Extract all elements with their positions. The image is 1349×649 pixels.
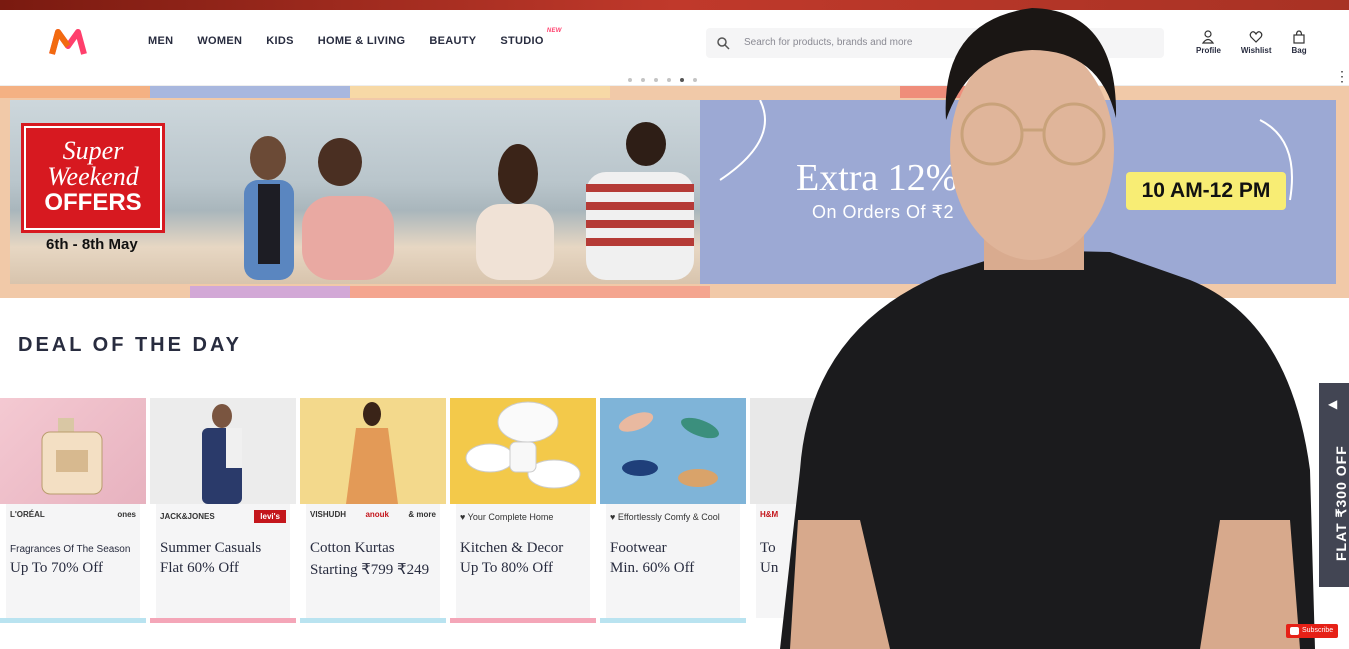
- card-tagline: ♥ Effortlessly Comfy & Cool: [610, 512, 720, 522]
- card-brands: L'ORÉAL ones: [10, 510, 136, 519]
- carousel-dot[interactable]: [628, 78, 632, 82]
- offer-line-1: Super: [62, 136, 124, 165]
- search-icon: [717, 37, 730, 50]
- triangle-left-icon: ◀: [1328, 397, 1338, 411]
- nav-studio-label: STUDIO: [500, 35, 544, 47]
- card-accent-bar: [600, 618, 746, 623]
- deal-card-footwear[interactable]: ♥ Effortlessly Comfy & Cool Footwear Min…: [600, 398, 746, 623]
- brand-logo: JACK&JONES: [160, 512, 215, 521]
- nav-men[interactable]: MEN: [148, 35, 173, 47]
- brand-logo: ones: [117, 510, 136, 519]
- card-image: [0, 398, 146, 504]
- card-info: ♥ Your Complete Home Kitchen & Decor Up …: [456, 504, 590, 618]
- carousel-dot[interactable]: [693, 78, 697, 82]
- nav-women[interactable]: WOMEN: [197, 35, 242, 47]
- card-offer: Up To 80% Off: [460, 560, 553, 576]
- card-offer: Up To 70% Off: [10, 560, 103, 576]
- card-title: Footwear: [610, 540, 667, 556]
- deal-card-summer-casuals[interactable]: JACK&JONES levi's Summer Casuals Flat 60%…: [150, 398, 296, 623]
- carousel-dot[interactable]: [667, 78, 671, 82]
- card-brands: JACK&JONES levi's: [160, 510, 286, 523]
- super-weekend-badge: Super Weekend OFFERS: [24, 126, 162, 230]
- offer-line-3: OFFERS: [44, 189, 142, 216]
- subscribe-label: Subscribe: [1302, 627, 1334, 634]
- carousel-dots: [628, 78, 697, 82]
- card-brands: VISHUDH anouk & more: [310, 510, 436, 519]
- banner-stripe: [350, 86, 610, 98]
- deal-card-kitchen-decor[interactable]: ♥ Your Complete Home Kitchen & Decor Up …: [450, 398, 596, 623]
- model-graphic: [202, 404, 242, 504]
- banner-stripe: [0, 86, 150, 98]
- youtube-icon: [1290, 627, 1299, 635]
- card-title: Summer Casuals: [160, 540, 262, 556]
- card-accent-bar: [0, 618, 146, 623]
- card-offer: Starting ₹799 ₹249: [310, 562, 430, 578]
- perfume-bottle-graphic: [41, 418, 103, 495]
- subscribe-button[interactable]: Subscribe: [1286, 624, 1338, 638]
- card-title: Cotton Kurtas: [310, 540, 395, 556]
- card-tagline: ♥ Your Complete Home: [460, 512, 554, 522]
- more-icon[interactable]: ⋮: [1335, 68, 1349, 85]
- brand-logo: VISHUDH: [310, 510, 347, 519]
- dinnerware-graphic: [465, 401, 581, 489]
- nav-beauty[interactable]: BEAUTY: [429, 35, 476, 47]
- nav-home-living[interactable]: HOME & LIVING: [318, 35, 406, 47]
- deal-card-cotton-kurtas[interactable]: VISHUDH anouk & more Cotton Kurtas Startin…: [300, 398, 446, 623]
- main-nav: MEN WOMEN KIDS HOME & LIVING BEAUTY STUD…: [148, 28, 561, 47]
- deal-of-the-day-title: DEAL OF THE DAY: [18, 334, 242, 356]
- carousel-dot[interactable]: [654, 78, 658, 82]
- banner-stripe: [190, 286, 350, 298]
- card-offer: Min. 60% Off: [610, 560, 695, 576]
- card-offer: Flat 60% Off: [160, 560, 239, 576]
- carousel-dot[interactable]: [641, 78, 645, 82]
- myntra-logo[interactable]: [48, 28, 88, 58]
- brand-logo: anouk: [365, 510, 389, 519]
- card-accent-bar: [150, 618, 296, 623]
- card-image: [600, 398, 746, 504]
- brand-logo: levi's: [254, 510, 286, 523]
- new-badge: NEW: [546, 28, 562, 34]
- presenter-overlay: [780, 8, 1315, 649]
- banner-stripe: [350, 286, 710, 298]
- card-info: ♥ Effortlessly Comfy & Cool Footwear Min…: [606, 504, 740, 618]
- card-title: Kitchen & Decor: [460, 540, 564, 556]
- card-title: Fragrances Of The Season: [10, 544, 131, 555]
- card-image: [450, 398, 596, 504]
- card-info: L'ORÉAL ones Fragrances Of The Season Up …: [6, 504, 140, 618]
- offer-line-2: Weekend: [47, 162, 139, 191]
- carousel-dot-active[interactable]: [680, 78, 684, 82]
- flat-offer-tab[interactable]: ◀ FLAT ₹300 OFF: [1319, 383, 1349, 587]
- card-image: [150, 398, 296, 504]
- card-image: [300, 398, 446, 504]
- footwear-graphic: [618, 412, 719, 487]
- deal-card-fragrances[interactable]: L'ORÉAL ones Fragrances Of The Season Up …: [0, 398, 146, 623]
- card-info: JACK&JONES levi's Summer Casuals Flat 60%…: [156, 504, 290, 618]
- banner-stripe: [150, 86, 350, 98]
- brand-more: & more: [408, 510, 436, 519]
- offer-dates: 6th - 8th May: [46, 236, 138, 253]
- flat-offer-text: FLAT ₹300 OFF: [1333, 445, 1349, 561]
- nav-kids[interactable]: KIDS: [266, 35, 293, 47]
- brand-logo: L'ORÉAL: [10, 510, 45, 519]
- card-accent-bar: [450, 618, 596, 623]
- kurta-model-graphic: [346, 402, 398, 504]
- card-info: VISHUDH anouk & more Cotton Kurtas Startin…: [306, 504, 440, 618]
- nav-studio[interactable]: STUDIO NEW: [500, 28, 561, 47]
- card-accent-bar: [300, 618, 446, 623]
